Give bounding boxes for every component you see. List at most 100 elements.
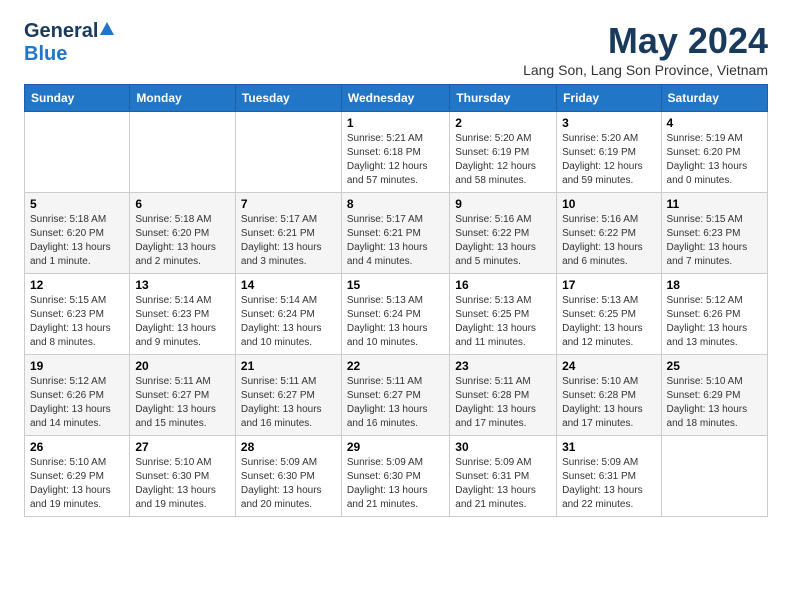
day-info: Sunrise: 5:14 AM Sunset: 6:23 PM Dayligh… bbox=[135, 294, 230, 350]
day-number: 8 bbox=[347, 197, 444, 211]
title-area: May 2024 Lang Son, Lang Son Province, Vi… bbox=[523, 20, 768, 78]
day-cell bbox=[130, 112, 236, 193]
day-info: Sunrise: 5:14 AM Sunset: 6:24 PM Dayligh… bbox=[241, 294, 336, 350]
day-info: Sunrise: 5:11 AM Sunset: 6:28 PM Dayligh… bbox=[455, 375, 551, 431]
day-info: Sunrise: 5:13 AM Sunset: 6:24 PM Dayligh… bbox=[347, 294, 444, 350]
logo-blue-text: Blue bbox=[24, 43, 67, 65]
day-number: 14 bbox=[241, 278, 336, 292]
day-number: 20 bbox=[135, 359, 230, 373]
calendar-title: May 2024 bbox=[523, 20, 768, 62]
week-row-1: 1 Sunrise: 5:21 AM Sunset: 6:18 PM Daylig… bbox=[25, 112, 768, 193]
week-row-5: 26Sunrise: 5:10 AM Sunset: 6:29 PM Dayli… bbox=[25, 436, 768, 517]
day-cell: 27Sunrise: 5:10 AM Sunset: 6:30 PM Dayli… bbox=[130, 436, 236, 517]
day-info: Sunrise: 5:15 AM Sunset: 6:23 PM Dayligh… bbox=[30, 294, 124, 350]
day-cell: 20 Sunrise: 5:11 AM Sunset: 6:27 PM Dayli… bbox=[130, 355, 236, 436]
day-number: 6 bbox=[135, 197, 230, 211]
day-cell: 30 Sunrise: 5:09 AM Sunset: 6:31 PM Dayli… bbox=[450, 436, 557, 517]
day-number: 2 bbox=[455, 116, 551, 130]
day-cell: 5Sunrise: 5:18 AM Sunset: 6:20 PM Daylig… bbox=[25, 193, 130, 274]
day-number: 26 bbox=[30, 440, 124, 454]
day-cell: 14 Sunrise: 5:14 AM Sunset: 6:24 PM Dayli… bbox=[235, 274, 341, 355]
day-number: 4 bbox=[667, 116, 762, 130]
day-cell: 2 Sunrise: 5:20 AM Sunset: 6:19 PM Daylig… bbox=[450, 112, 557, 193]
day-info: Sunrise: 5:20 AM Sunset: 6:19 PM Dayligh… bbox=[455, 132, 551, 188]
day-number: 9 bbox=[455, 197, 551, 211]
calendar-subtitle: Lang Son, Lang Son Province, Vietnam bbox=[523, 62, 768, 78]
day-info: Sunrise: 5:09 AM Sunset: 6:31 PM Dayligh… bbox=[562, 456, 655, 512]
day-cell: 9Sunrise: 5:16 AM Sunset: 6:22 PM Daylig… bbox=[450, 193, 557, 274]
day-info: Sunrise: 5:10 AM Sunset: 6:28 PM Dayligh… bbox=[562, 375, 655, 431]
calendar-table: SundayMondayTuesdayWednesdayThursdayFrid… bbox=[24, 84, 768, 517]
day-cell: 17Sunrise: 5:13 AM Sunset: 6:25 PM Dayli… bbox=[557, 274, 661, 355]
col-header-saturday: Saturday bbox=[661, 85, 767, 112]
logo-triangle-icon bbox=[100, 22, 114, 35]
day-info: Sunrise: 5:17 AM Sunset: 6:21 PM Dayligh… bbox=[347, 213, 444, 269]
day-cell: 25Sunrise: 5:10 AM Sunset: 6:29 PM Dayli… bbox=[661, 355, 767, 436]
day-info: Sunrise: 5:09 AM Sunset: 6:30 PM Dayligh… bbox=[347, 456, 444, 512]
day-number: 30 bbox=[455, 440, 551, 454]
day-number: 7 bbox=[241, 197, 336, 211]
day-info: Sunrise: 5:20 AM Sunset: 6:19 PM Dayligh… bbox=[562, 132, 655, 188]
col-header-sunday: Sunday bbox=[25, 85, 130, 112]
day-cell bbox=[25, 112, 130, 193]
col-header-friday: Friday bbox=[557, 85, 661, 112]
day-number: 31 bbox=[562, 440, 655, 454]
day-info: Sunrise: 5:11 AM Sunset: 6:27 PM Dayligh… bbox=[347, 375, 444, 431]
day-cell: 18Sunrise: 5:12 AM Sunset: 6:26 PM Dayli… bbox=[661, 274, 767, 355]
day-cell: 31 Sunrise: 5:09 AM Sunset: 6:31 PM Dayli… bbox=[557, 436, 661, 517]
day-cell: 19Sunrise: 5:12 AM Sunset: 6:26 PM Dayli… bbox=[25, 355, 130, 436]
day-number: 15 bbox=[347, 278, 444, 292]
day-number: 21 bbox=[241, 359, 336, 373]
header-row: SundayMondayTuesdayWednesdayThursdayFrid… bbox=[25, 85, 768, 112]
day-cell: 7 Sunrise: 5:17 AM Sunset: 6:21 PM Daylig… bbox=[235, 193, 341, 274]
day-info: Sunrise: 5:09 AM Sunset: 6:31 PM Dayligh… bbox=[455, 456, 551, 512]
day-info: Sunrise: 5:10 AM Sunset: 6:30 PM Dayligh… bbox=[135, 456, 230, 512]
day-number: 24 bbox=[562, 359, 655, 373]
day-info: Sunrise: 5:11 AM Sunset: 6:27 PM Dayligh… bbox=[135, 375, 230, 431]
day-cell: 4 Sunrise: 5:19 AM Sunset: 6:20 PM Daylig… bbox=[661, 112, 767, 193]
day-info: Sunrise: 5:09 AM Sunset: 6:30 PM Dayligh… bbox=[241, 456, 336, 512]
day-cell: 29 Sunrise: 5:09 AM Sunset: 6:30 PM Dayli… bbox=[341, 436, 449, 517]
day-cell: 24 Sunrise: 5:10 AM Sunset: 6:28 PM Dayli… bbox=[557, 355, 661, 436]
day-info: Sunrise: 5:11 AM Sunset: 6:27 PM Dayligh… bbox=[241, 375, 336, 431]
day-cell: 11 Sunrise: 5:15 AM Sunset: 6:23 PM Dayli… bbox=[661, 193, 767, 274]
day-info: Sunrise: 5:19 AM Sunset: 6:20 PM Dayligh… bbox=[667, 132, 762, 188]
day-cell bbox=[235, 112, 341, 193]
day-number: 22 bbox=[347, 359, 444, 373]
day-info: Sunrise: 5:13 AM Sunset: 6:25 PM Dayligh… bbox=[455, 294, 551, 350]
day-info: Sunrise: 5:12 AM Sunset: 6:26 PM Dayligh… bbox=[30, 375, 124, 431]
day-number: 10 bbox=[562, 197, 655, 211]
day-info: Sunrise: 5:18 AM Sunset: 6:20 PM Dayligh… bbox=[135, 213, 230, 269]
day-cell: 13 Sunrise: 5:14 AM Sunset: 6:23 PM Dayli… bbox=[130, 274, 236, 355]
week-row-2: 5Sunrise: 5:18 AM Sunset: 6:20 PM Daylig… bbox=[25, 193, 768, 274]
day-cell: 28Sunrise: 5:09 AM Sunset: 6:30 PM Dayli… bbox=[235, 436, 341, 517]
day-number: 17 bbox=[562, 278, 655, 292]
day-cell: 3 Sunrise: 5:20 AM Sunset: 6:19 PM Daylig… bbox=[557, 112, 661, 193]
day-cell: 8 Sunrise: 5:17 AM Sunset: 6:21 PM Daylig… bbox=[341, 193, 449, 274]
day-info: Sunrise: 5:15 AM Sunset: 6:23 PM Dayligh… bbox=[667, 213, 762, 269]
logo: General Blue bbox=[24, 20, 114, 66]
col-header-wednesday: Wednesday bbox=[341, 85, 449, 112]
day-cell: 1 Sunrise: 5:21 AM Sunset: 6:18 PM Daylig… bbox=[341, 112, 449, 193]
day-number: 29 bbox=[347, 440, 444, 454]
day-cell: 21 Sunrise: 5:11 AM Sunset: 6:27 PM Dayli… bbox=[235, 355, 341, 436]
day-number: 25 bbox=[667, 359, 762, 373]
day-cell: 6 Sunrise: 5:18 AM Sunset: 6:20 PM Daylig… bbox=[130, 193, 236, 274]
day-number: 3 bbox=[562, 116, 655, 130]
day-cell: 12Sunrise: 5:15 AM Sunset: 6:23 PM Dayli… bbox=[25, 274, 130, 355]
col-header-tuesday: Tuesday bbox=[235, 85, 341, 112]
day-number: 16 bbox=[455, 278, 551, 292]
day-number: 1 bbox=[347, 116, 444, 130]
day-cell: 22 Sunrise: 5:11 AM Sunset: 6:27 PM Dayli… bbox=[341, 355, 449, 436]
day-cell: 15 Sunrise: 5:13 AM Sunset: 6:24 PM Dayli… bbox=[341, 274, 449, 355]
day-info: Sunrise: 5:17 AM Sunset: 6:21 PM Dayligh… bbox=[241, 213, 336, 269]
day-number: 11 bbox=[667, 197, 762, 211]
logo-general-text: General bbox=[24, 20, 98, 43]
day-cell bbox=[661, 436, 767, 517]
day-number: 13 bbox=[135, 278, 230, 292]
header: General Blue May 2024 Lang Son, Lang Son… bbox=[24, 20, 768, 78]
day-number: 23 bbox=[455, 359, 551, 373]
day-info: Sunrise: 5:21 AM Sunset: 6:18 PM Dayligh… bbox=[347, 132, 444, 188]
day-info: Sunrise: 5:12 AM Sunset: 6:26 PM Dayligh… bbox=[667, 294, 762, 350]
col-header-monday: Monday bbox=[130, 85, 236, 112]
